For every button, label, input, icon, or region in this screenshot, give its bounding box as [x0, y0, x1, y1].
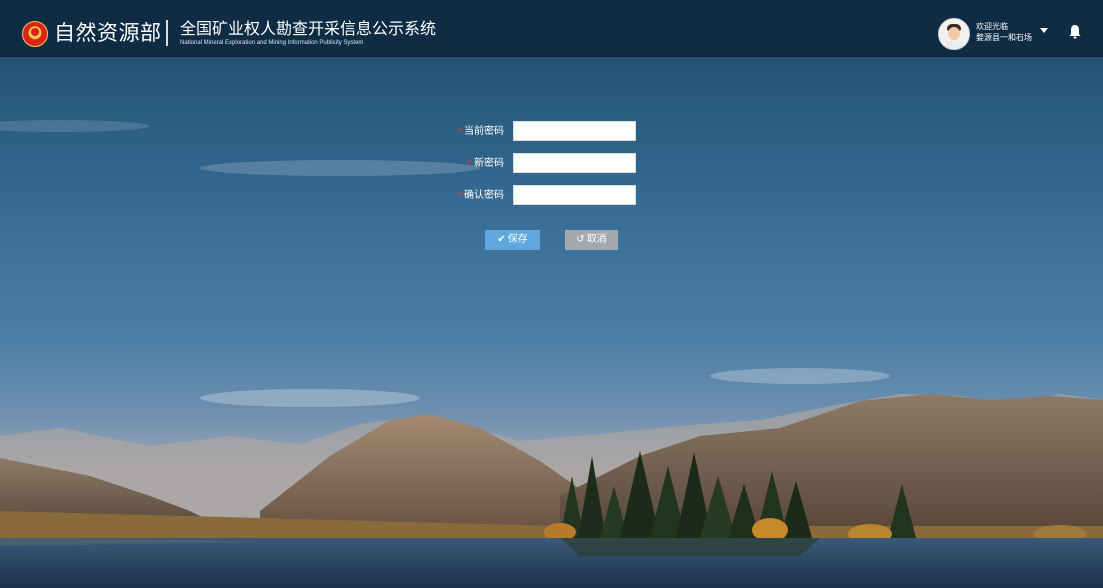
new-password-label: * 新密码	[467, 153, 504, 175]
current-password-label: * 当前密码	[457, 121, 504, 143]
current-password-label-text: 当前密码	[464, 126, 504, 137]
save-button-label: 保存	[507, 234, 528, 245]
new-password-label-text: 新密码	[474, 158, 504, 169]
current-password-row: * 当前密码	[380, 121, 504, 143]
caret-down-icon[interactable]	[1040, 28, 1048, 33]
confirm-password-label: * 确认密码	[457, 185, 504, 207]
bell-icon[interactable]	[1068, 24, 1082, 40]
confirm-password-label-text: 确认密码	[464, 190, 504, 201]
undo-icon: ↺	[576, 234, 585, 245]
cancel-button[interactable]: ↺ 取消	[565, 230, 618, 250]
confirm-password-row: * 确认密码	[380, 185, 504, 207]
save-button[interactable]: ✔ 保存	[485, 230, 540, 250]
top-header: 自然资源部 全国矿业权人勘查开采信息公示系统 National Mineral …	[0, 0, 1103, 57]
system-title: 全国矿业权人勘查开采信息公示系统	[180, 19, 437, 38]
new-password-input[interactable]	[513, 153, 636, 173]
national-emblem-icon	[22, 21, 48, 47]
brand-divider	[166, 20, 168, 46]
system-subtitle: National Mineral Exploration and Mining …	[180, 40, 364, 46]
brand-name: 自然资源部	[54, 21, 162, 45]
required-mark: *	[457, 126, 462, 137]
user-avatar-icon[interactable]	[938, 18, 970, 50]
required-mark: *	[457, 190, 462, 201]
avatar-face	[948, 27, 960, 40]
avatar-body	[944, 41, 964, 49]
cancel-button-label: 取消	[586, 234, 607, 245]
check-icon: ✔	[497, 234, 506, 245]
required-mark: *	[467, 158, 472, 169]
current-password-input[interactable]	[513, 121, 636, 141]
new-password-row: * 新密码	[380, 153, 504, 175]
welcome-text[interactable]: 欢迎光临	[976, 22, 1008, 32]
user-name[interactable]: 婺源县一和石场	[976, 33, 1032, 43]
page-root: 自然资源部 全国矿业权人勘查开采信息公示系统 National Mineral …	[0, 0, 1103, 588]
confirm-password-input[interactable]	[513, 185, 636, 205]
